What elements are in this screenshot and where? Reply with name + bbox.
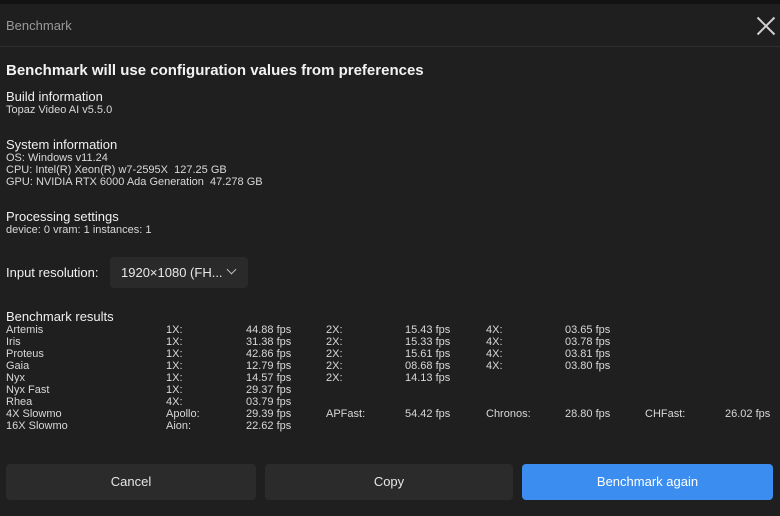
result-mode-label: 2X:	[326, 336, 343, 348]
result-mode-label: 1X:	[166, 372, 183, 384]
table-row: Iris 1X: 31.38 fps 2X: 15.33 fps 4X: 03.78 fps	[0, 336, 780, 348]
table-row: Artemis 1X: 44.88 fps 2X: 15.43 fps 4X: 03.65 …	[0, 324, 780, 336]
result-mode-label: 4X:	[486, 360, 503, 372]
cancel-button[interactable]: Cancel	[6, 464, 256, 500]
result-model-name: Gaia	[6, 360, 30, 372]
table-row: Proteus 1X: 42.86 fps 2X: 15.61 fps 4X: 03.81 …	[0, 348, 780, 360]
result-mode-label: 1X:	[166, 360, 183, 372]
result-fps-value: 22.62 fps	[246, 420, 292, 432]
table-row: 16X Slowmo Aion: 22.62 fps	[0, 420, 780, 432]
result-fps-value: 54.42 fps	[405, 408, 451, 420]
result-mode-label: 1X:	[166, 348, 183, 360]
result-fps-value: 03.78 fps	[565, 336, 611, 348]
processing-settings-values: device: 0 vram: 1 instances: 1	[6, 224, 152, 236]
benchmark-again-button[interactable]: Benchmark again	[522, 464, 773, 500]
result-fps-value: 15.33 fps	[405, 336, 451, 348]
result-mode-label: 1X:	[166, 384, 183, 396]
result-model-name: Iris	[6, 336, 21, 348]
chevron-down-icon	[226, 264, 237, 275]
result-fps-value: 08.68 fps	[405, 360, 451, 372]
input-resolution-label: Input resolution:	[6, 265, 99, 280]
result-fps-value: 14.57 fps	[246, 372, 292, 384]
result-model-name: Nyx Fast	[6, 384, 50, 396]
result-model-name: 4X Slowmo	[6, 408, 62, 420]
input-resolution-dropdown[interactable]: 1920×1080 (FH...	[110, 257, 248, 288]
build-version: Topaz Video AI v5.5.0	[6, 104, 113, 116]
build-info-title: Build information	[6, 89, 103, 104]
result-model-name: 16X Slowmo	[6, 420, 68, 432]
dialog-title: Benchmark	[6, 18, 72, 33]
dialog-titlebar: Benchmark	[0, 4, 780, 47]
result-fps-value: 15.61 fps	[405, 348, 451, 360]
page-heading: Benchmark will use configuration values …	[6, 62, 424, 79]
table-row: 4X Slowmo Apollo: 29.39 fps APFast: 54.42 fp…	[0, 408, 780, 420]
result-fps-value: 03.65 fps	[565, 324, 611, 336]
result-mode-label: 4X:	[486, 348, 503, 360]
result-fps-value: 12.79 fps	[246, 360, 292, 372]
result-mode-label: Apollo:	[166, 408, 200, 420]
result-mode-label: 1X:	[166, 336, 183, 348]
result-fps-value: 29.37 fps	[246, 384, 292, 396]
result-fps-value: 15.43 fps	[405, 324, 451, 336]
result-fps-value: 31.38 fps	[246, 336, 292, 348]
processing-settings-title: Processing settings	[6, 209, 119, 224]
result-fps-value: 29.39 fps	[246, 408, 292, 420]
table-row: Nyx 1X: 14.57 fps 2X: 14.13 fps	[0, 372, 780, 384]
result-model-name: Artemis	[6, 324, 44, 336]
result-fps-value: 26.02 fps	[725, 408, 771, 420]
result-mode-label: 2X:	[326, 348, 343, 360]
result-fps-value: 44.88 fps	[246, 324, 292, 336]
result-mode-label: 2X:	[326, 324, 343, 336]
table-row: Rhea 4X: 03.79 fps	[0, 396, 780, 408]
result-model-name: Nyx	[6, 372, 25, 384]
result-fps-value: 42.86 fps	[246, 348, 292, 360]
result-fps-value: 03.81 fps	[565, 348, 611, 360]
result-fps-value: 14.13 fps	[405, 372, 451, 384]
result-mode-label: 4X:	[166, 396, 183, 408]
result-fps-value: 28.80 fps	[565, 408, 611, 420]
system-info-title: System information	[6, 137, 118, 152]
system-gpu: GPU: NVIDIA RTX 6000 Ada Generation 47.2…	[6, 176, 263, 188]
input-resolution-value: 1920×1080 (FH...	[121, 265, 223, 280]
result-fps-value: 03.80 fps	[565, 360, 611, 372]
system-os: OS: Windows v11.24	[6, 152, 108, 164]
close-icon[interactable]	[756, 16, 776, 36]
result-mode-label: APFast:	[326, 408, 366, 420]
result-model-name: Rhea	[6, 396, 33, 408]
result-mode-label: 4X:	[486, 336, 503, 348]
copy-button[interactable]: Copy	[265, 464, 513, 500]
benchmark-results-title: Benchmark results	[6, 309, 114, 324]
table-row: Nyx Fast 1X: 29.37 fps	[0, 384, 780, 396]
table-row: Gaia 1X: 12.79 fps 2X: 08.68 fps 4X: 03.80 fps	[0, 360, 780, 372]
result-mode-label: CHFast:	[645, 408, 686, 420]
result-mode-label: 1X:	[166, 324, 183, 336]
result-fps-value: 03.79 fps	[246, 396, 292, 408]
system-cpu: CPU: Intel(R) Xeon(R) w7-2595X 127.25 GB	[6, 164, 227, 176]
result-mode-label: Chronos:	[486, 408, 531, 420]
result-mode-label: 2X:	[326, 360, 343, 372]
result-model-name: Proteus	[6, 348, 44, 360]
result-mode-label: 2X:	[326, 372, 343, 384]
result-mode-label: 4X:	[486, 324, 503, 336]
result-mode-label: Aion:	[166, 420, 192, 432]
